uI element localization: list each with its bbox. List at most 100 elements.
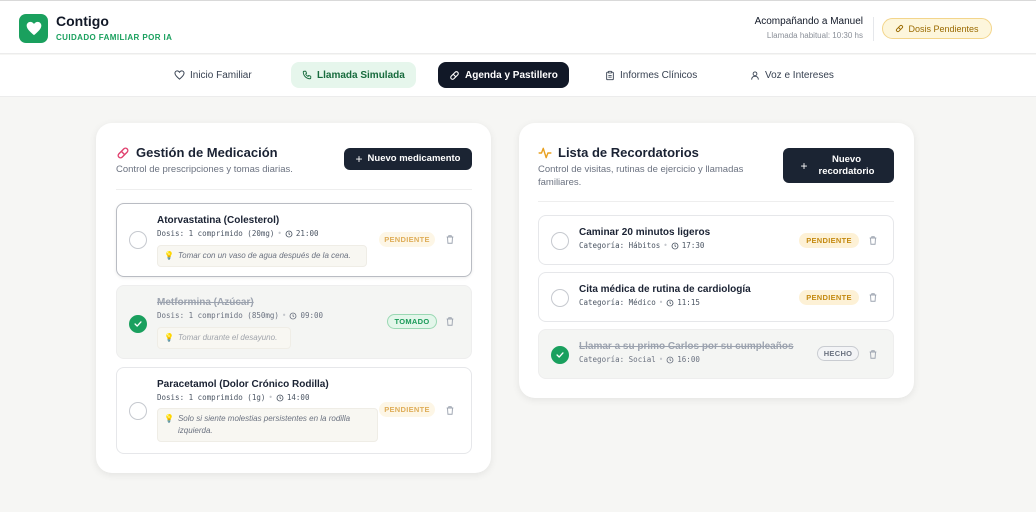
medication-title-text: Gestión de Medicación [136, 145, 278, 160]
pill-icon [450, 70, 459, 80]
reminder-item[interactable]: Cita médica de rutina de cardiología Cat… [538, 272, 894, 322]
tab-label: Llamada Simulada [317, 69, 405, 81]
trash-icon[interactable] [868, 292, 878, 303]
card-divider [116, 189, 472, 190]
note-text: Tomar durante el desayuno. [177, 333, 278, 342]
status-badge: HECHO [817, 346, 859, 361]
reminder-meta: Categoría: Médico • 11:15 [579, 298, 700, 307]
trash-icon[interactable] [445, 316, 455, 327]
trash-icon[interactable] [445, 405, 455, 416]
done-checkbox[interactable] [551, 346, 569, 364]
medication-name: Metformina (Azúcar) [157, 297, 254, 308]
medication-note: 💡 Solo si siente molestias persistentes … [157, 408, 378, 442]
category-text: Categoría: Hábitos [579, 241, 661, 250]
clock-icon [666, 299, 674, 306]
trash-icon[interactable] [445, 234, 455, 245]
medication-item[interactable]: Atorvastatina (Colesterol) Dosis: 1 comp… [116, 203, 472, 277]
clock-icon [666, 356, 674, 363]
medication-meta: Dosis: 1 comprimido (20mg) • 21:00 [157, 229, 319, 238]
separator-dot: • [268, 393, 273, 402]
separator-dot: • [658, 298, 664, 307]
pill-icon [896, 24, 904, 33]
trash-icon[interactable] [868, 235, 878, 246]
done-checkbox[interactable] [551, 232, 569, 250]
clock-icon [285, 230, 293, 237]
reminders-title-text: Lista de Recordatorios [558, 145, 699, 160]
reminder-name: Caminar 20 minutos ligeros [579, 227, 711, 238]
trash-icon[interactable] [868, 349, 878, 360]
time-text: 17:30 [681, 241, 705, 250]
tab-informes-clinicos[interactable]: Informes Clínicos [594, 62, 708, 88]
plus-icon: + [800, 158, 808, 173]
new-reminder-button[interactable]: + Nuevo recordatorio [783, 148, 894, 183]
companion-label: Acompañando a Manuel [754, 16, 863, 27]
clock-icon [276, 394, 284, 401]
time-text: 16:00 [677, 355, 700, 364]
medication-card: Gestión de Medicación Control de prescri… [96, 123, 491, 473]
clipboard-icon [606, 70, 614, 80]
checkmark-icon [134, 321, 142, 327]
app-tagline: CUIDADO FAMILIAR POR IA [56, 33, 173, 42]
clock-icon [671, 242, 679, 249]
reminder-item[interactable]: Caminar 20 minutos ligeros Categoría: Há… [538, 215, 894, 265]
activity-icon [538, 147, 552, 158]
medication-meta: Dosis: 1 comprimido (1g) • 14:00 [157, 393, 309, 402]
pill-icon [117, 146, 129, 159]
reminders-title: Lista de Recordatorios [538, 145, 699, 160]
medication-item[interactable]: Metformina (Azúcar) Dosis: 1 comprimido … [116, 285, 472, 359]
reminders-card: Lista de Recordatorios Control de visita… [519, 123, 914, 398]
header-divider [873, 17, 874, 41]
reminder-meta: Categoría: Social • 16:00 [579, 355, 700, 364]
separator-dot: • [663, 241, 668, 250]
new-medication-button[interactable]: + Nuevo medicamento [344, 148, 472, 170]
category-text: Categoría: Social [579, 355, 656, 364]
done-checkbox[interactable] [551, 289, 569, 307]
tab-llamada-simulada[interactable]: Llamada Simulada [291, 62, 416, 88]
status-badge: PENDIENTE [799, 290, 859, 305]
medication-name: Atorvastatina (Colesterol) [157, 215, 280, 226]
reminder-name: Cita médica de rutina de cardiología [579, 284, 751, 295]
category-text: Categoría: Médico [579, 298, 656, 307]
medication-item[interactable]: Paracetamol (Dolor Crónico Rodilla) Dosi… [116, 367, 472, 454]
tab-agenda-pastillero[interactable]: Agenda y Pastillero [438, 62, 569, 88]
main-nav: Inicio Familiar Llamada Simulada Agenda … [0, 55, 1036, 97]
card-divider [538, 201, 894, 202]
dose-text: Dosis: 1 comprimido (850mg) [157, 311, 279, 320]
dose-text: Dosis: 1 comprimido (1g) [157, 393, 266, 402]
user-icon [751, 71, 759, 80]
tab-label: Voz e Intereses [765, 69, 834, 81]
pending-doses-button[interactable]: Dosis Pendientes [882, 18, 992, 39]
clock-icon [290, 312, 297, 319]
tab-inicio-familiar[interactable]: Inicio Familiar [163, 62, 263, 88]
new-reminder-label: Nuevo recordatorio [818, 153, 875, 177]
tab-label: Informes Clínicos [620, 69, 698, 81]
heart-logo-icon[interactable] [19, 14, 48, 43]
medication-meta: Dosis: 1 comprimido (850mg) • 09:00 [157, 311, 323, 320]
reminders-subtitle: Control de visitas, rutinas de ejercicio… [538, 164, 744, 188]
separator-dot: • [277, 229, 282, 238]
note-text: Tomar con un vaso de agua después de la … [177, 251, 351, 260]
take-checkbox[interactable] [129, 402, 147, 420]
tab-label: Agenda y Pastillero [465, 69, 558, 81]
medication-title: Gestión de Medicación [116, 145, 278, 160]
time-text: 09:00 [300, 311, 324, 320]
reminder-name: Llamar a su primo Carlos por su cumpleañ… [579, 341, 794, 352]
medication-note: 💡 Tomar durante el desayuno. [157, 327, 291, 349]
lightbulb-icon: 💡 [164, 333, 174, 342]
reminder-item[interactable]: Llamar a su primo Carlos por su cumpleañ… [538, 329, 894, 379]
tab-voz-intereses[interactable]: Voz e Intereses [739, 62, 845, 88]
lightbulb-icon: 💡 [164, 414, 174, 423]
note-text: Solo si siente molestias persistentes en… [177, 414, 351, 435]
time-text: 21:00 [295, 229, 319, 238]
status-badge: TOMADO [387, 314, 437, 329]
heart-icon [174, 70, 185, 80]
separator-dot: • [658, 355, 664, 364]
new-medication-label: Nuevo medicamento [367, 153, 461, 164]
take-checkbox[interactable] [129, 231, 147, 249]
app-header: Contigo CUIDADO FAMILIAR POR IA Acompaña… [0, 0, 1036, 54]
habit-time: Llamada habitual: 10:30 hs [766, 31, 863, 40]
tab-label: Inicio Familiar [190, 69, 252, 81]
take-checkbox[interactable] [129, 315, 147, 333]
reminder-meta: Categoría: Hábitos • 17:30 [579, 241, 704, 250]
time-text: 14:00 [286, 393, 310, 402]
